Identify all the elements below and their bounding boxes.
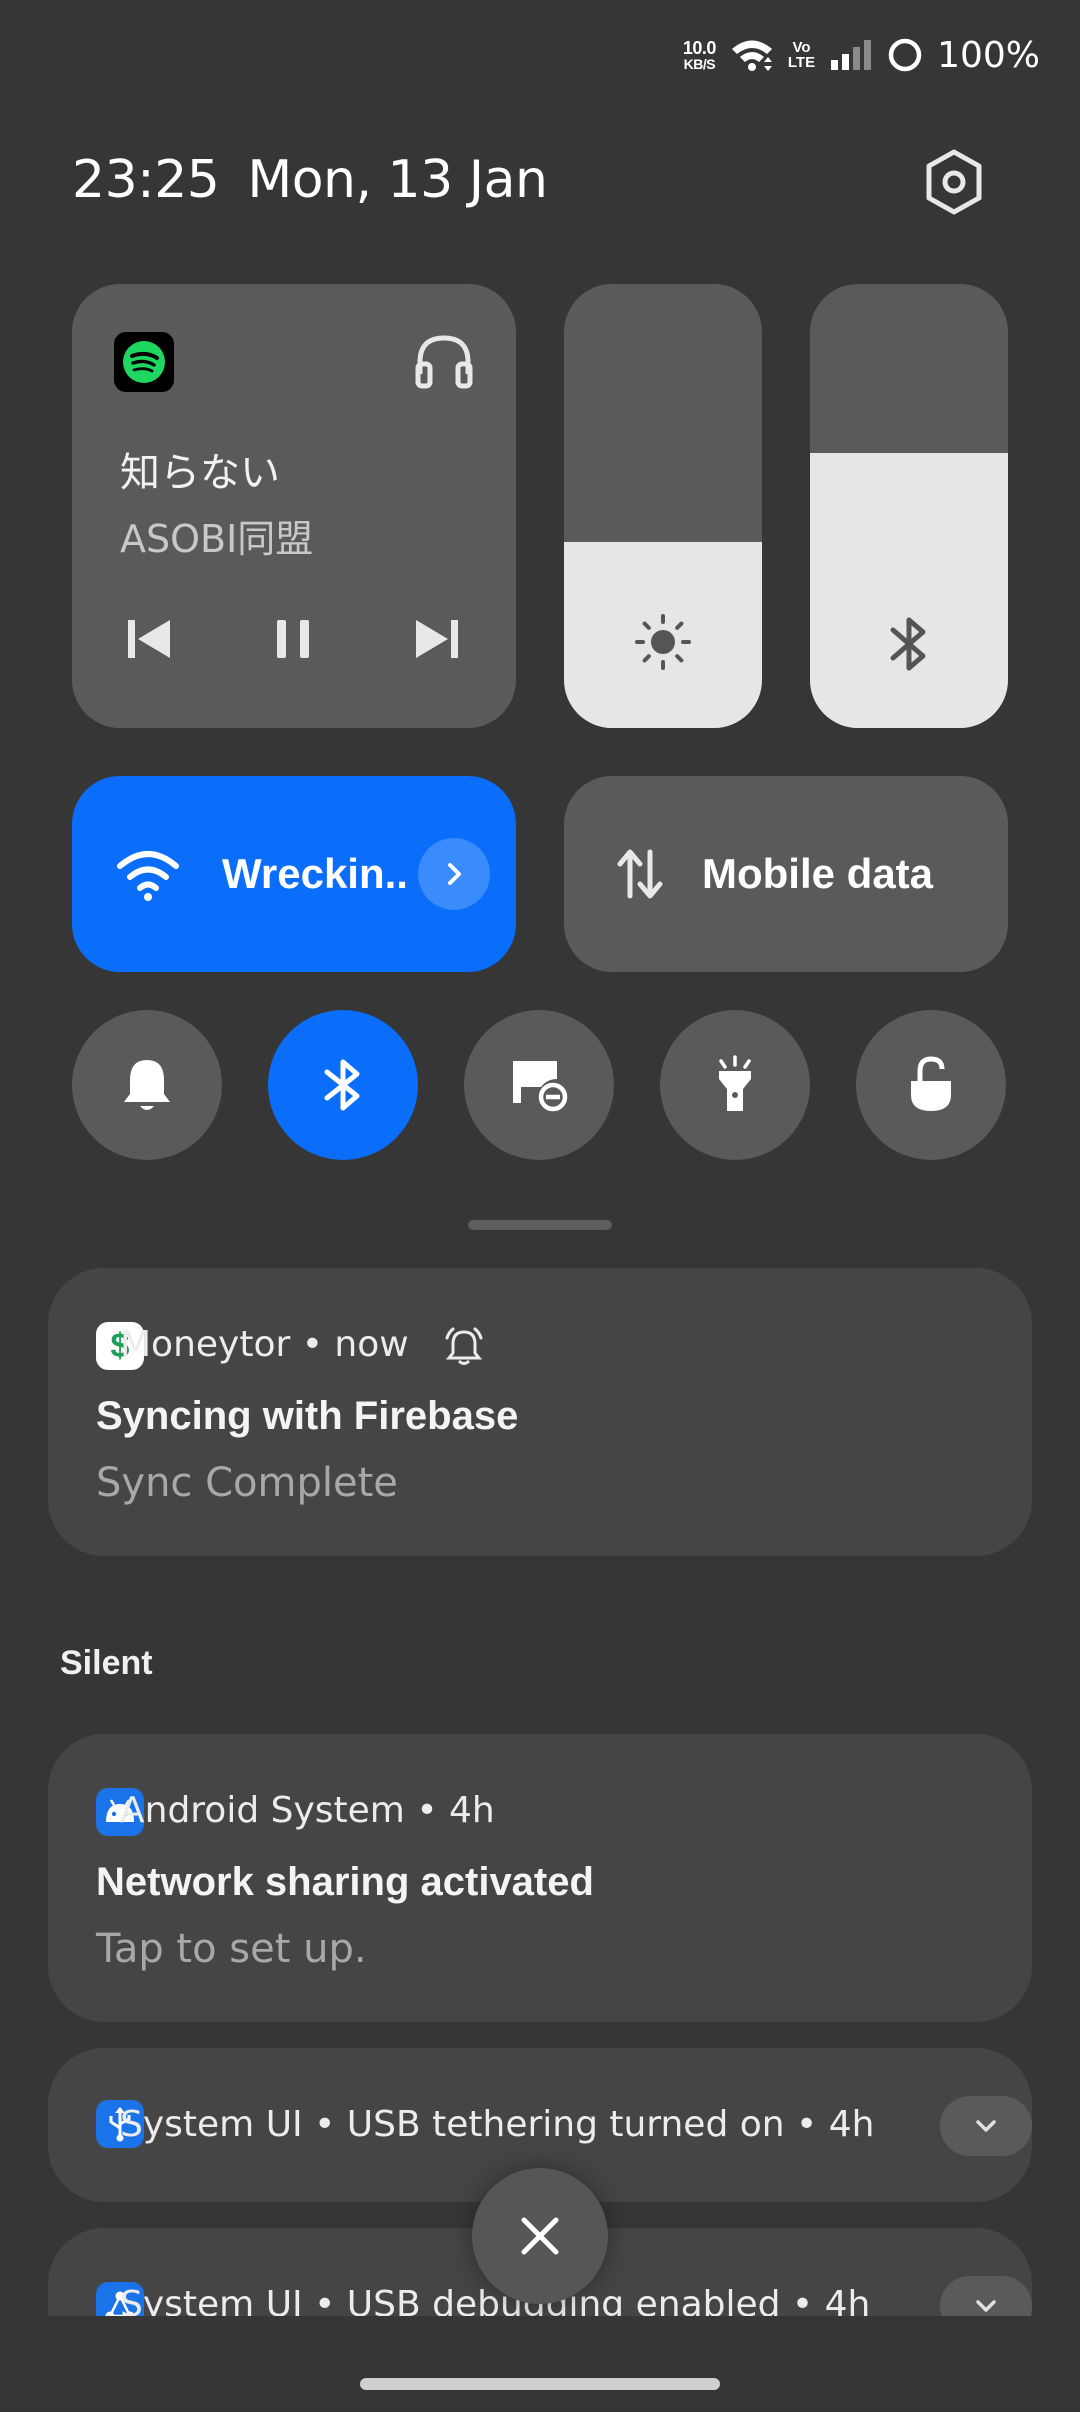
chevron-right-icon xyxy=(439,859,469,889)
notification-text: Tap to set up. xyxy=(96,1926,367,1972)
navigation-handle[interactable] xyxy=(360,2378,720,2390)
date-time[interactable]: 23:25 Mon, 13 Jan xyxy=(72,150,548,210)
bell-icon xyxy=(120,1056,174,1114)
volte-indicator: Vo LTE xyxy=(788,40,815,70)
flashlight-toggle[interactable] xyxy=(660,1010,810,1160)
clock[interactable]: 23:25 xyxy=(72,150,220,210)
notification-app-time: Moneytor • now xyxy=(120,1324,409,1365)
spotify-icon[interactable] xyxy=(114,332,174,392)
next-icon[interactable] xyxy=(412,614,462,664)
status-bar: 10.0 KB/S Vo LTE 100% xyxy=(683,30,1040,80)
network-speed-value: 10.0 xyxy=(682,37,717,58)
volte-bottom: LTE xyxy=(787,54,816,71)
bluetooth-icon xyxy=(885,614,933,674)
pause-icon[interactable] xyxy=(268,614,318,664)
wifi-icon xyxy=(116,846,180,902)
mobile-data-icon xyxy=(612,846,668,902)
volte-top: Vo xyxy=(792,39,811,56)
battery-percent: 100% xyxy=(937,34,1040,76)
network-speed-unit: KB/S xyxy=(683,55,716,72)
notification-text: Sync Complete xyxy=(96,1460,398,1506)
sun-icon xyxy=(633,612,693,672)
wifi-label: Wreckin.. xyxy=(222,850,408,897)
bluetooth-toggle[interactable] xyxy=(268,1010,418,1160)
notification-title: Network sharing activated xyxy=(96,1860,594,1904)
media-artist: ASOBI同盟 xyxy=(120,517,314,561)
rotation-lock-toggle[interactable] xyxy=(856,1010,1006,1160)
notification-header: Android System • 4h xyxy=(120,1790,495,1831)
bottom-bar xyxy=(0,2316,1080,2412)
close-icon xyxy=(516,2212,564,2260)
volume-level xyxy=(810,452,1008,728)
flashlight-icon xyxy=(711,1055,759,1115)
mobile-data-label: Mobile data xyxy=(702,850,934,897)
wifi-details-button[interactable] xyxy=(418,838,490,910)
close-button[interactable] xyxy=(472,2168,608,2304)
headphones-icon[interactable] xyxy=(412,330,476,390)
network-speed: 10.0 KB/S xyxy=(682,37,717,72)
panel-drag-handle[interactable] xyxy=(468,1220,612,1230)
silent-section-label: Silent xyxy=(60,1644,153,1682)
screen-cast-icon xyxy=(509,1057,569,1113)
bluetooth-icon xyxy=(321,1056,365,1114)
notification-header: System UI • USB tethering turned on • 4h xyxy=(120,2104,875,2145)
lock-open-icon xyxy=(907,1055,955,1115)
date[interactable]: Mon, 13 Jan xyxy=(247,150,548,210)
signal-icon xyxy=(829,38,873,72)
wifi-status-icon xyxy=(730,38,774,72)
chevron-down-icon xyxy=(973,2117,999,2135)
media-title: 知らない xyxy=(120,450,280,496)
alarm-bell-icon xyxy=(444,1326,484,1366)
previous-icon[interactable] xyxy=(124,614,174,664)
battery-icon xyxy=(887,37,923,73)
expand-button[interactable] xyxy=(940,2096,1032,2156)
gear-icon[interactable] xyxy=(922,148,986,216)
notification-title: Syncing with Firebase xyxy=(96,1394,519,1438)
sound-toggle[interactable] xyxy=(72,1010,222,1160)
notification-header: Moneytor • now xyxy=(120,1324,409,1365)
cast-toggle[interactable] xyxy=(464,1010,614,1160)
